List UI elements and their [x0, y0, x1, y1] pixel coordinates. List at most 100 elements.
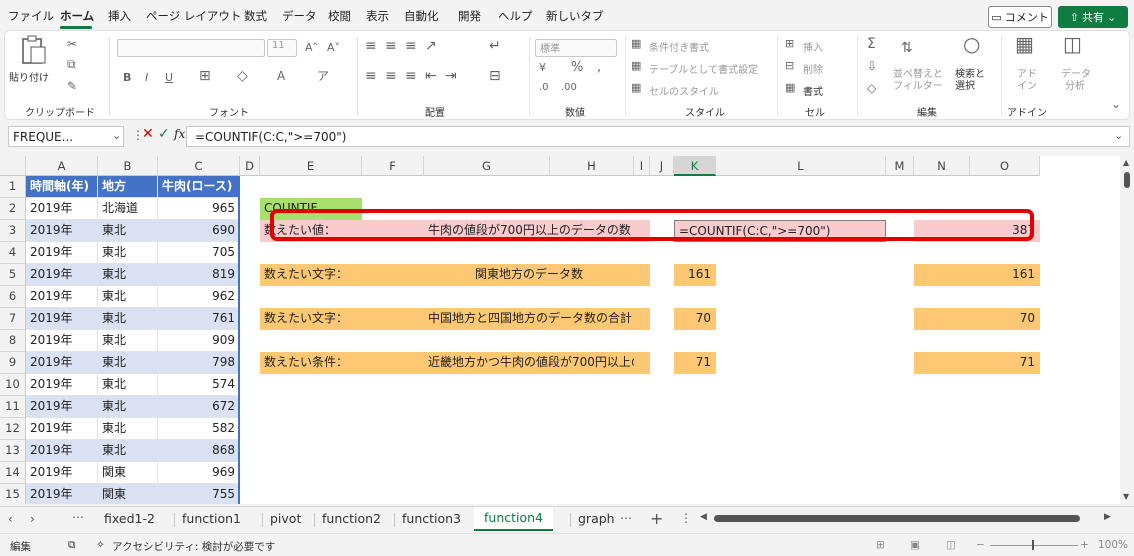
table-cell[interactable]: 東北 [98, 352, 158, 374]
align-bottom-icon[interactable]: ≡ [405, 39, 417, 53]
clear-icon[interactable]: ◇ [867, 81, 876, 95]
table-cell[interactable]: 2019年 [26, 308, 98, 330]
font-size-select[interactable]: 11 [267, 39, 297, 57]
column-header[interactable]: O [970, 156, 1040, 176]
table-cell[interactable]: 755 [158, 484, 240, 504]
zoom-level[interactable]: 100% [1098, 539, 1128, 551]
more-tabs-icon[interactable]: ⋯ [620, 511, 632, 525]
cut-icon[interactable]: ✂ [67, 37, 77, 51]
row-header[interactable]: 11 [0, 396, 26, 418]
menu-help[interactable]: ヘルプ [498, 8, 533, 24]
delete-cells-button[interactable]: 削除 [803, 61, 823, 76]
menu-new-tab[interactable]: 新しいタブ [546, 8, 604, 24]
menu-home[interactable]: ホーム [60, 8, 94, 24]
table-cell[interactable]: 574 [158, 374, 240, 396]
sheet-tab[interactable]: function2 [322, 511, 381, 526]
menu-insert[interactable]: 挿入 [108, 8, 131, 24]
normal-view-icon[interactable]: ⊞ [876, 539, 885, 551]
table-cell[interactable]: 2019年 [26, 440, 98, 462]
sheet-tab[interactable]: function3 [402, 511, 461, 526]
zoom-slider[interactable] [990, 545, 1078, 546]
table-cell[interactable]: 2019年 [26, 462, 98, 484]
menu-view[interactable]: 表示 [366, 8, 389, 24]
sheet-tab[interactable]: pivot [270, 511, 301, 526]
borders-icon[interactable]: ⊞ [199, 69, 211, 83]
percent-icon[interactable]: % [571, 61, 583, 75]
answer-cell[interactable]: 70 [914, 308, 1040, 330]
table-cell[interactable]: 690 [158, 220, 240, 242]
column-header[interactable]: H [550, 156, 634, 176]
orientation-icon[interactable]: ↗ [425, 39, 437, 53]
table-cell[interactable]: 969 [158, 462, 240, 484]
scroll-left-icon[interactable]: ◀ [700, 512, 707, 522]
table-cell[interactable]: 2019年 [26, 352, 98, 374]
zoom-slider-thumb[interactable] [1032, 540, 1034, 550]
table-cell[interactable]: 東北 [98, 220, 158, 242]
column-header[interactable]: C [158, 156, 240, 176]
number-format-select[interactable]: 標準 [535, 39, 617, 57]
more-sheets-icon[interactable]: ⋯ [72, 510, 84, 524]
conditional-format-button[interactable]: 条件付き書式 [649, 39, 709, 54]
increase-indent-icon[interactable]: ⇥ [445, 69, 457, 83]
table-cell[interactable]: 2019年 [26, 242, 98, 264]
table-cell[interactable]: 東北 [98, 440, 158, 462]
sheet-tab[interactable]: graph [578, 511, 615, 526]
name-box-dropdown-icon[interactable]: ⌄ [112, 129, 121, 142]
table-cell[interactable]: 705 [158, 242, 240, 264]
fill-color-icon[interactable]: ◇ [237, 69, 248, 83]
scroll-thumb[interactable] [1124, 172, 1130, 188]
copy-icon[interactable]: ⧉ [67, 57, 76, 71]
bold-icon[interactable]: B [123, 71, 131, 85]
menu-file[interactable]: ファイル [8, 8, 54, 24]
table-cell[interactable]: 東北 [98, 308, 158, 330]
table-cell[interactable]: 関東 [98, 484, 158, 504]
expand-formula-icon[interactable]: ⌄ [1114, 129, 1123, 142]
table-cell[interactable]: 北海道 [98, 198, 158, 220]
column-header[interactable]: F [362, 156, 424, 176]
column-header[interactable]: A [26, 156, 98, 176]
row-header[interactable]: 13 [0, 440, 26, 462]
insert-function-icon[interactable]: fx [174, 127, 185, 141]
next-sheet-icon[interactable]: › [30, 512, 35, 526]
column-header[interactable]: J [650, 156, 674, 176]
enter-icon[interactable]: ✓ [158, 126, 170, 142]
insert-cells-button[interactable]: 挿入 [803, 39, 823, 54]
row-header[interactable]: 7 [0, 308, 26, 330]
row-header[interactable]: 12 [0, 418, 26, 440]
table-cell[interactable]: 819 [158, 264, 240, 286]
paste-icon[interactable] [19, 35, 55, 65]
align-right-icon[interactable]: ≡ [405, 69, 417, 83]
table-cell[interactable]: 2019年 [26, 374, 98, 396]
font-name-select[interactable] [117, 39, 265, 57]
table-cell[interactable]: 2019年 [26, 220, 98, 242]
macro-record-icon[interactable]: ⧉ [68, 539, 76, 552]
column-header[interactable]: M [886, 156, 914, 176]
horizontal-scrollbar[interactable]: ◀ ▶ [700, 512, 1114, 525]
shrink-font-icon[interactable]: A˅ [327, 41, 340, 55]
table-cell[interactable]: 2019年 [26, 264, 98, 286]
result-cell[interactable]: 161 [674, 264, 716, 286]
menu-automate[interactable]: 自動化 [404, 8, 439, 24]
align-middle-icon[interactable]: ≡ [385, 39, 397, 53]
table-cell[interactable]: 909 [158, 330, 240, 352]
cell-styles-button[interactable]: セルのスタイル [649, 83, 719, 98]
tab-splitter-icon[interactable]: ⋮ [680, 511, 692, 525]
table-cell[interactable]: 2019年 [26, 484, 98, 504]
menu-formulas[interactable]: 数式 [244, 8, 267, 24]
table-cell[interactable]: 672 [158, 396, 240, 418]
hscroll-thumb[interactable] [714, 515, 1080, 522]
accessibility-status[interactable]: アクセシビリティ: 検討が必要です [112, 539, 275, 554]
sheet-tab[interactable]: function1 [182, 511, 241, 526]
italic-icon[interactable]: I [145, 71, 148, 85]
formula-input[interactable]: =COUNTIF(C:C,">=700") [186, 126, 1130, 147]
column-header[interactable]: K [674, 156, 716, 176]
zoom-out-icon[interactable]: − [976, 539, 985, 551]
row-header[interactable]: 4 [0, 242, 26, 264]
table-cell[interactable]: 東北 [98, 286, 158, 308]
column-header[interactable]: N [914, 156, 970, 176]
prev-sheet-icon[interactable]: ‹ [8, 512, 13, 526]
wrap-text-icon[interactable]: ↵ [489, 39, 501, 53]
table-cell[interactable]: 東北 [98, 374, 158, 396]
sheet-tab[interactable]: function4 [474, 507, 554, 531]
row-header[interactable]: 6 [0, 286, 26, 308]
